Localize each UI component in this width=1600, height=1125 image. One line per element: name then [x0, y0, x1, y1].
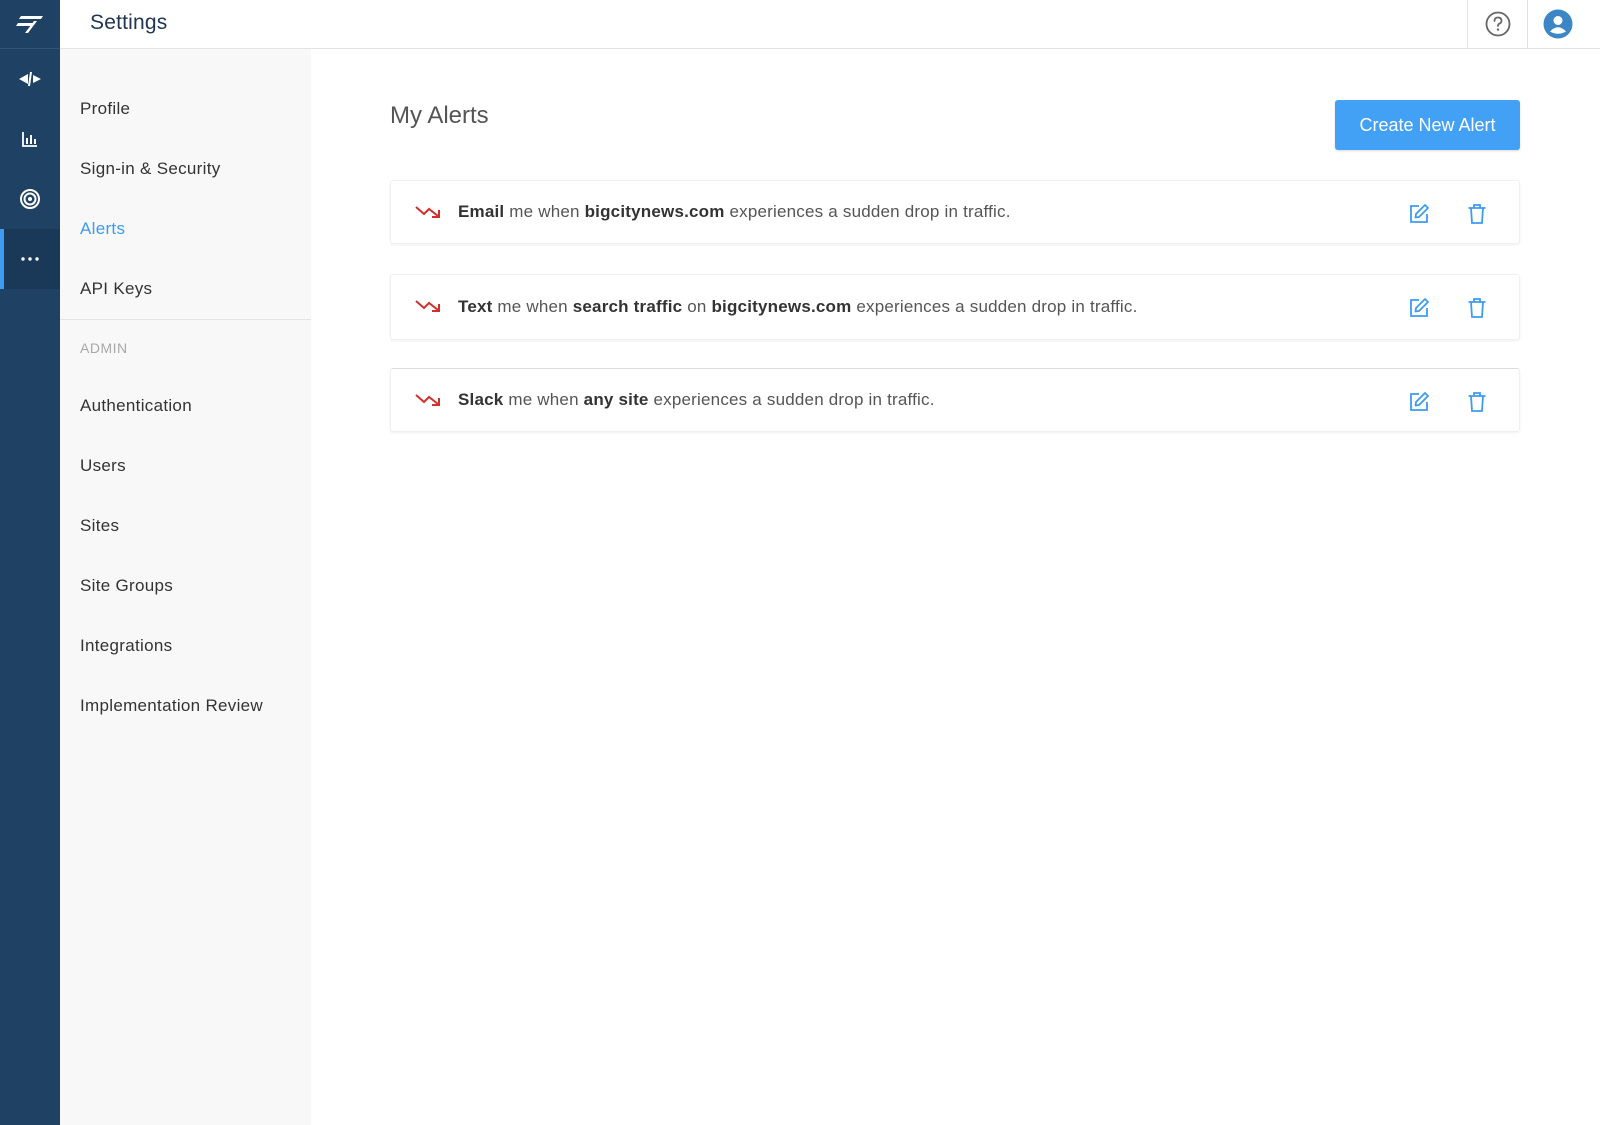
- brand-logo[interactable]: [0, 0, 60, 49]
- rail-item-reports[interactable]: [0, 109, 60, 169]
- edit-alert-button[interactable]: [1406, 201, 1432, 227]
- edit-alert-button[interactable]: [1406, 389, 1432, 415]
- nav-item-implementation-review[interactable]: Implementation Review: [60, 676, 311, 736]
- traffic-drop-icon: [415, 394, 440, 406]
- alert-description: Text me when search traffic on bigcityne…: [458, 275, 1138, 339]
- section-title: My Alerts: [390, 102, 489, 129]
- rail-item-realtime[interactable]: [0, 49, 60, 109]
- nav-item-authentication[interactable]: Authentication: [60, 376, 311, 436]
- rail-item-goals[interactable]: [0, 169, 60, 229]
- alert-text-fragment: me when: [503, 390, 584, 409]
- bar-chart-icon: [22, 132, 37, 147]
- alert-target: any site: [583, 390, 649, 409]
- delete-alert-button[interactable]: [1464, 295, 1490, 321]
- alert-text-fragment: experiences a sudden drop in traffic.: [724, 202, 1011, 221]
- alert-text-fragment: on: [682, 297, 712, 316]
- alert-text-fragment: experiences a sudden drop in traffic.: [851, 297, 1138, 316]
- delete-alert-button[interactable]: [1464, 201, 1490, 227]
- brand-logo-icon: [16, 16, 43, 33]
- alert-metric: search traffic: [572, 297, 683, 316]
- page-title: Settings: [90, 11, 168, 34]
- nav-item-api-keys[interactable]: API Keys: [60, 259, 311, 319]
- traffic-drop-icon: [415, 300, 440, 312]
- alert-target: bigcitynews.com: [711, 297, 852, 316]
- alert-card: Email me when bigcitynews.com experience…: [390, 180, 1520, 244]
- top-header: Settings: [60, 0, 1600, 49]
- alert-text-fragment: experiences a sudden drop in traffic.: [648, 390, 935, 409]
- nav-item-alerts[interactable]: Alerts: [60, 199, 311, 259]
- alert-text-fragment: me when: [504, 202, 585, 221]
- alert-description: Slack me when any site experiences a sud…: [458, 369, 935, 431]
- edit-icon: [1410, 392, 1429, 411]
- nav-item-users[interactable]: Users: [60, 436, 311, 496]
- help-button[interactable]: [1467, 0, 1527, 48]
- trash-icon: [1468, 204, 1486, 224]
- nav-item-integrations[interactable]: Integrations: [60, 616, 311, 676]
- help-icon: [1485, 11, 1510, 37]
- main-content: My Alerts Create New Alert Email me when…: [311, 49, 1600, 1125]
- create-new-alert-button[interactable]: Create New Alert: [1335, 100, 1520, 150]
- alert-card: Slack me when any site experiences a sud…: [390, 368, 1520, 432]
- alert-card: Text me when search traffic on bigcityne…: [390, 274, 1520, 340]
- delete-alert-button[interactable]: [1464, 389, 1490, 415]
- nav-item-site-groups[interactable]: Site Groups: [60, 556, 311, 616]
- edit-icon: [1410, 204, 1429, 223]
- user-avatar-icon: [1543, 9, 1572, 39]
- alert-text-fragment: me when: [492, 297, 573, 316]
- rail-item-more[interactable]: [0, 229, 60, 289]
- traffic-drop-icon: [415, 206, 440, 218]
- nav-item-sites[interactable]: Sites: [60, 496, 311, 556]
- target-icon: [20, 189, 40, 209]
- trash-icon: [1468, 298, 1486, 318]
- edit-icon: [1410, 298, 1429, 317]
- nav-item-profile[interactable]: Profile: [60, 79, 311, 139]
- alert-channel: Email: [458, 202, 505, 221]
- user-menu-button[interactable]: [1527, 0, 1587, 48]
- trash-icon: [1468, 392, 1486, 412]
- edit-alert-button[interactable]: [1406, 295, 1432, 321]
- alert-target: bigcitynews.com: [584, 202, 725, 221]
- more-icon: [21, 257, 39, 261]
- nav-item-sign-in-security[interactable]: Sign-in & Security: [60, 139, 311, 199]
- realtime-icon: [19, 71, 41, 87]
- nav-section-admin: ADMIN: [80, 340, 128, 356]
- settings-nav: Profile Sign-in & Security Alerts API Ke…: [60, 49, 311, 1125]
- alert-channel: Text: [458, 297, 493, 316]
- alert-description: Email me when bigcitynews.com experience…: [458, 181, 1011, 243]
- icon-rail: [0, 0, 60, 1125]
- alert-channel: Slack: [458, 390, 504, 409]
